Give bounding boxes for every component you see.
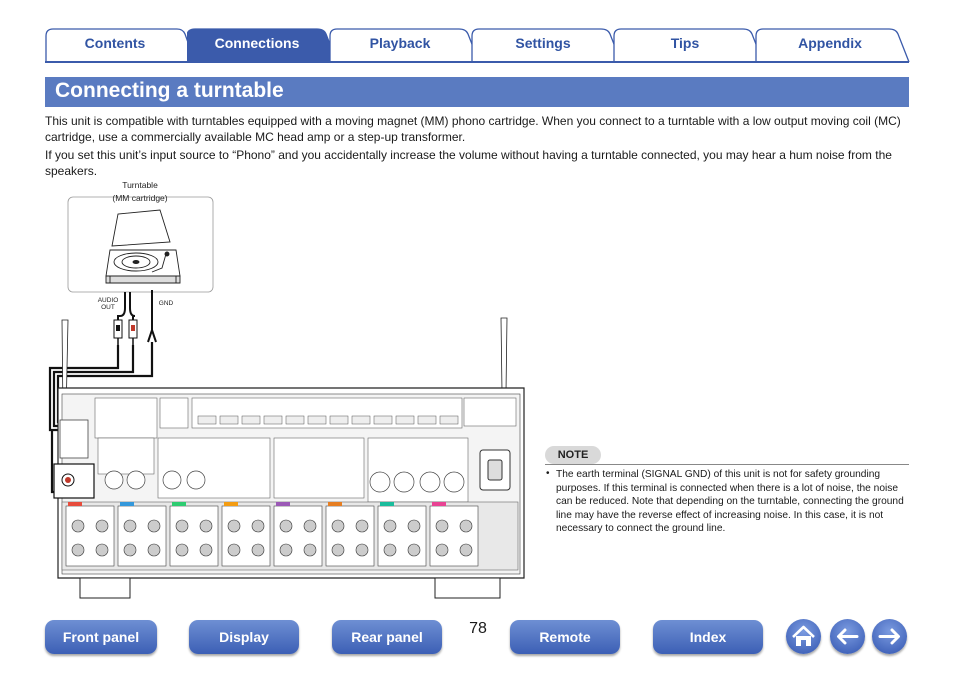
display-button[interactable]: Display — [189, 620, 299, 654]
intro-paragraph: This unit is compatible with turntables … — [45, 114, 901, 144]
ground-wire — [147, 290, 157, 343]
warning-paragraph: If you set this unit’s input source to “… — [45, 148, 892, 178]
receiver-rear-panel — [53, 387, 525, 599]
antenna-right — [500, 317, 508, 393]
tab-bar: Contents Connections Playback Settings T… — [40, 26, 910, 62]
tab-connections[interactable]: Connections — [187, 28, 337, 62]
audio-out-label-2: OUT — [101, 304, 115, 311]
tab-contents[interactable]: Contents — [45, 28, 195, 62]
turntable-illustration — [105, 209, 181, 284]
audio-out-label-1: AUDIO — [98, 297, 119, 304]
forward-button[interactable] — [872, 619, 907, 654]
home-icon — [792, 625, 815, 646]
rca-plugs — [113, 319, 138, 345]
gnd-label: GND — [159, 300, 174, 307]
tab-underline — [45, 61, 909, 63]
connection-diagram: Turntable (MM cartridge) AUDIO OUT GND — [40, 180, 530, 610]
tab-label: Contents — [84, 35, 146, 51]
bullet-icon: • — [546, 468, 550, 479]
arrow-right-icon — [878, 628, 900, 645]
tab-tips[interactable]: Tips — [613, 28, 763, 62]
remote-button[interactable]: Remote — [510, 620, 620, 654]
page-title: Connecting a turntable — [55, 79, 284, 102]
tab-label: Connections — [214, 35, 300, 51]
tab-label: Tips — [670, 35, 700, 51]
front-panel-button[interactable]: Front panel — [45, 620, 157, 654]
rear-panel-button[interactable]: Rear panel — [332, 620, 442, 654]
page-number: 78 — [469, 620, 487, 637]
note-divider — [545, 464, 909, 465]
tab-label: Playback — [369, 35, 431, 51]
tab-label: Appendix — [798, 35, 862, 51]
tab-settings[interactable]: Settings — [471, 28, 621, 62]
title-band: Connecting a turntable — [45, 77, 909, 107]
back-button[interactable] — [830, 619, 865, 654]
note-text: The earth terminal (SIGNAL GND) of this … — [556, 469, 904, 534]
arrow-left-icon — [837, 628, 859, 645]
turntable-label-line1: Turntable — [122, 180, 158, 190]
tab-playback[interactable]: Playback — [329, 28, 479, 62]
note-badge: NOTE — [545, 446, 601, 464]
turntable-label-line2: (MM cartridge) — [112, 193, 167, 203]
index-button[interactable]: Index — [653, 620, 763, 654]
tab-label: Settings — [515, 35, 571, 51]
tab-appendix[interactable]: Appendix — [755, 28, 910, 62]
home-button[interactable] — [786, 619, 821, 654]
